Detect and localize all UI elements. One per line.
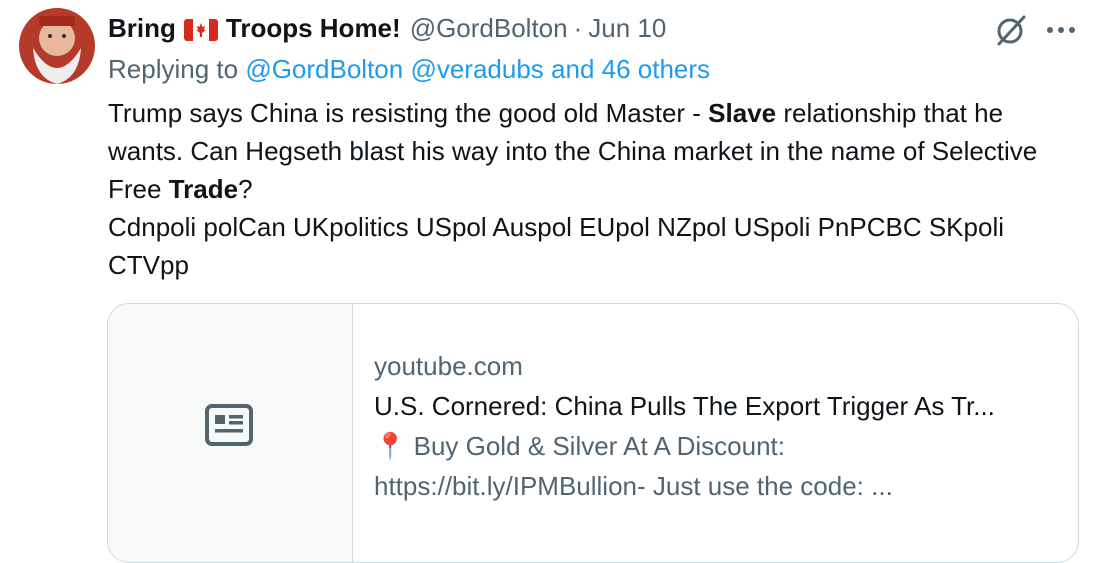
tweet-bold-trade: Trade [168,174,239,204]
replying-to-label: Replying to [108,54,239,84]
article-icon [205,404,253,446]
author-name-part1: Bring [108,12,176,43]
author-name[interactable]: Bring Troops Home! [108,13,401,44]
card-domain: youtube.com [374,351,523,381]
tweet-bold-slave: Slave [708,98,777,128]
grok-icon[interactable] [993,12,1029,48]
card-description: 📍 Buy Gold & Silver At A Discount: https… [374,426,1058,506]
card-title: U.S. Cornered: China Pulls The Export Tr… [374,391,995,421]
card-desc-line2: https://bit.ly/IPMBullion- Just use the … [374,471,893,501]
header-separator: · [573,12,583,43]
replying-to: Replying to @GordBolton @veradubs and 46… [108,54,710,85]
tweet-text-part: Trump says China is resisting the good o… [108,98,709,128]
tweet-main-text: Trump says China is resisting the good o… [108,94,1083,208]
tweet-header: Bring Troops Home! @GordBolton · Jun 10 [108,10,666,46]
tweet-hashtags: Cdnpoli polCan UKpolitics USpol Auspol E… [108,212,1004,280]
tweet-text: Trump says China is resisting the good o… [108,94,1083,284]
card-desc-line1: 📍 Buy Gold & Silver At A Discount: [374,431,785,461]
author-name-part2: Troops Home! [225,12,401,43]
link-card[interactable]: youtube.com U.S. Cornered: China Pulls T… [107,303,1079,563]
tweet-date[interactable]: Jun 10 [588,13,666,44]
more-icon[interactable] [1041,18,1081,42]
canada-flag-icon [183,17,218,41]
card-text: youtube.com U.S. Cornered: China Pulls T… [374,346,1058,506]
card-thumbnail [108,304,353,562]
tweet-text-part: ? [238,174,253,204]
reply-handles-link[interactable]: @GordBolton @veradubs and 46 others [245,54,710,84]
author-handle[interactable]: @GordBolton [410,13,568,44]
avatar[interactable] [19,8,95,84]
